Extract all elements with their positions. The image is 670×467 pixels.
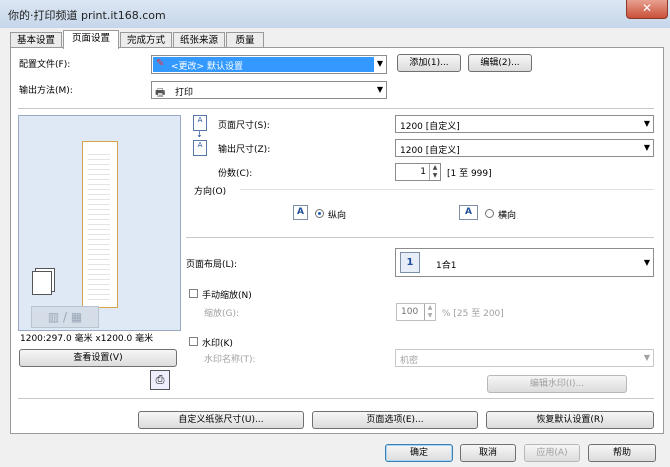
scale-input[interactable]: 100 ▲ ▼ bbox=[396, 303, 436, 321]
divider bbox=[18, 398, 654, 399]
output-size-label: 输出尺寸(Z): bbox=[218, 145, 271, 155]
portrait-icon: A bbox=[293, 205, 308, 220]
output-size-icon: A bbox=[193, 140, 207, 156]
page-layout-select[interactable]: 1 1合1 ▼ bbox=[395, 248, 654, 277]
manual-scaling-label[interactable]: 手动缩放(N) bbox=[202, 288, 252, 301]
page-layout-value: 1合1 bbox=[436, 261, 457, 271]
watermark-name-label: 水印名称(T): bbox=[204, 355, 256, 365]
page-text-lines bbox=[88, 150, 110, 300]
output-size-value: 1200 [自定义] bbox=[400, 146, 460, 156]
orientation-label: 方向(O) bbox=[194, 187, 227, 197]
add-profile-button[interactable]: 添加(1)... bbox=[397, 54, 461, 72]
page-size-label: 页面尺寸(S): bbox=[218, 121, 270, 131]
scale-value: 100 bbox=[401, 307, 419, 317]
output-method-value: 打印 bbox=[175, 88, 194, 98]
restore-defaults-button[interactable]: 恢复默认设置(R) bbox=[486, 411, 654, 429]
preview-page bbox=[82, 141, 118, 308]
chevron-down-icon: ▼ bbox=[643, 353, 650, 362]
arrow-down-icon: ↓ bbox=[196, 130, 203, 139]
booklet-icon: ▥ / ▦ bbox=[31, 306, 99, 328]
title-bar: 你的·打印频道 print.it168.com ✕ bbox=[0, 0, 670, 28]
stack-pages-icon bbox=[32, 271, 52, 295]
chevron-down-icon: ▼ bbox=[376, 59, 383, 68]
manual-scaling-checkbox[interactable] bbox=[189, 289, 198, 298]
scale-label: 缩放(G): bbox=[204, 309, 240, 319]
output-method-select[interactable]: 🖶 打印 ▼ bbox=[151, 81, 387, 99]
page-size-icon: A bbox=[193, 115, 207, 131]
cancel-button[interactable]: 取消 bbox=[460, 444, 516, 462]
chevron-down-icon: ▼ bbox=[376, 85, 383, 94]
printer-info-icon[interactable]: ⎙ bbox=[150, 370, 170, 390]
tab-finishing[interactable]: 完成方式 bbox=[120, 32, 172, 48]
portrait-radio[interactable] bbox=[315, 209, 324, 218]
landscape-label[interactable]: 横向 bbox=[498, 208, 516, 221]
page-size-value: 1200 [自定义] bbox=[400, 122, 460, 132]
close-button[interactable]: ✕ bbox=[626, 0, 668, 19]
copies-input[interactable]: 1 ▲ ▼ bbox=[395, 163, 441, 181]
tab-basic-settings[interactable]: 基本设置 bbox=[10, 32, 62, 48]
profile-value: <更改> 默认设置 bbox=[171, 62, 243, 72]
page-size-select[interactable]: 1200 [自定义] ▼ bbox=[395, 115, 654, 133]
copies-spinner[interactable]: ▲ ▼ bbox=[429, 164, 440, 180]
apply-button[interactable]: 应用(A) bbox=[524, 444, 580, 462]
scale-range: % [25 至 200] bbox=[442, 309, 504, 319]
pencil-icon: ✎ bbox=[156, 58, 165, 69]
custom-paper-size-button[interactable]: 自定义纸张尺寸(U)... bbox=[138, 411, 304, 429]
watermark-name-value: 机密 bbox=[400, 356, 419, 366]
help-button[interactable]: 帮助 bbox=[588, 444, 656, 462]
landscape-icon: A bbox=[459, 205, 478, 220]
chevron-down-icon: ▼ bbox=[643, 258, 650, 267]
printer-icon: 🖶 bbox=[155, 86, 166, 99]
window-title: 你的·打印频道 print.it168.com bbox=[8, 9, 166, 22]
view-settings-button[interactable]: 查看设置(V) bbox=[19, 349, 177, 367]
landscape-radio[interactable] bbox=[485, 209, 494, 218]
profile-select[interactable]: ✎ <更改> 默认设置 ▼ bbox=[151, 55, 387, 74]
page-options-button[interactable]: 页面选项(E)... bbox=[312, 411, 478, 429]
watermark-checkbox[interactable] bbox=[189, 337, 198, 346]
tab-page-setup[interactable]: 页面设置 bbox=[63, 30, 119, 49]
scale-spinner[interactable]: ▲ ▼ bbox=[424, 304, 435, 320]
preview-dimensions: 1200:297.0 毫米 x1200.0 毫米 bbox=[20, 334, 154, 344]
group-divider bbox=[240, 189, 654, 190]
edit-profile-button[interactable]: 编辑(2)... bbox=[468, 54, 532, 72]
watermark-name-select[interactable]: 机密 ▼ bbox=[395, 349, 654, 367]
layout-icon: 1 bbox=[400, 252, 420, 273]
chevron-down-icon: ▼ bbox=[643, 119, 650, 128]
page-layout-label: 页面布局(L): bbox=[186, 260, 238, 270]
ok-button[interactable]: 确定 bbox=[385, 444, 453, 462]
output-method-label: 输出方法(M): bbox=[19, 86, 73, 96]
edit-watermark-button[interactable]: 编辑水印(I)... bbox=[487, 375, 627, 393]
tab-quality[interactable]: 质量 bbox=[226, 32, 264, 48]
tab-paper-source[interactable]: 纸张来源 bbox=[173, 32, 225, 48]
copies-value: 1 bbox=[420, 167, 426, 177]
profile-label: 配置文件(F): bbox=[19, 60, 71, 70]
watermark-label[interactable]: 水印(K) bbox=[202, 336, 233, 349]
output-size-select[interactable]: 1200 [自定义] ▼ bbox=[395, 139, 654, 157]
portrait-label[interactable]: 纵向 bbox=[328, 208, 346, 221]
copies-range: [1 至 999] bbox=[447, 169, 492, 179]
copies-label: 份数(C): bbox=[218, 169, 253, 179]
print-preview: ▥ / ▦ bbox=[18, 115, 181, 331]
divider bbox=[18, 108, 654, 109]
divider bbox=[186, 237, 654, 238]
chevron-down-icon: ▼ bbox=[643, 143, 650, 152]
